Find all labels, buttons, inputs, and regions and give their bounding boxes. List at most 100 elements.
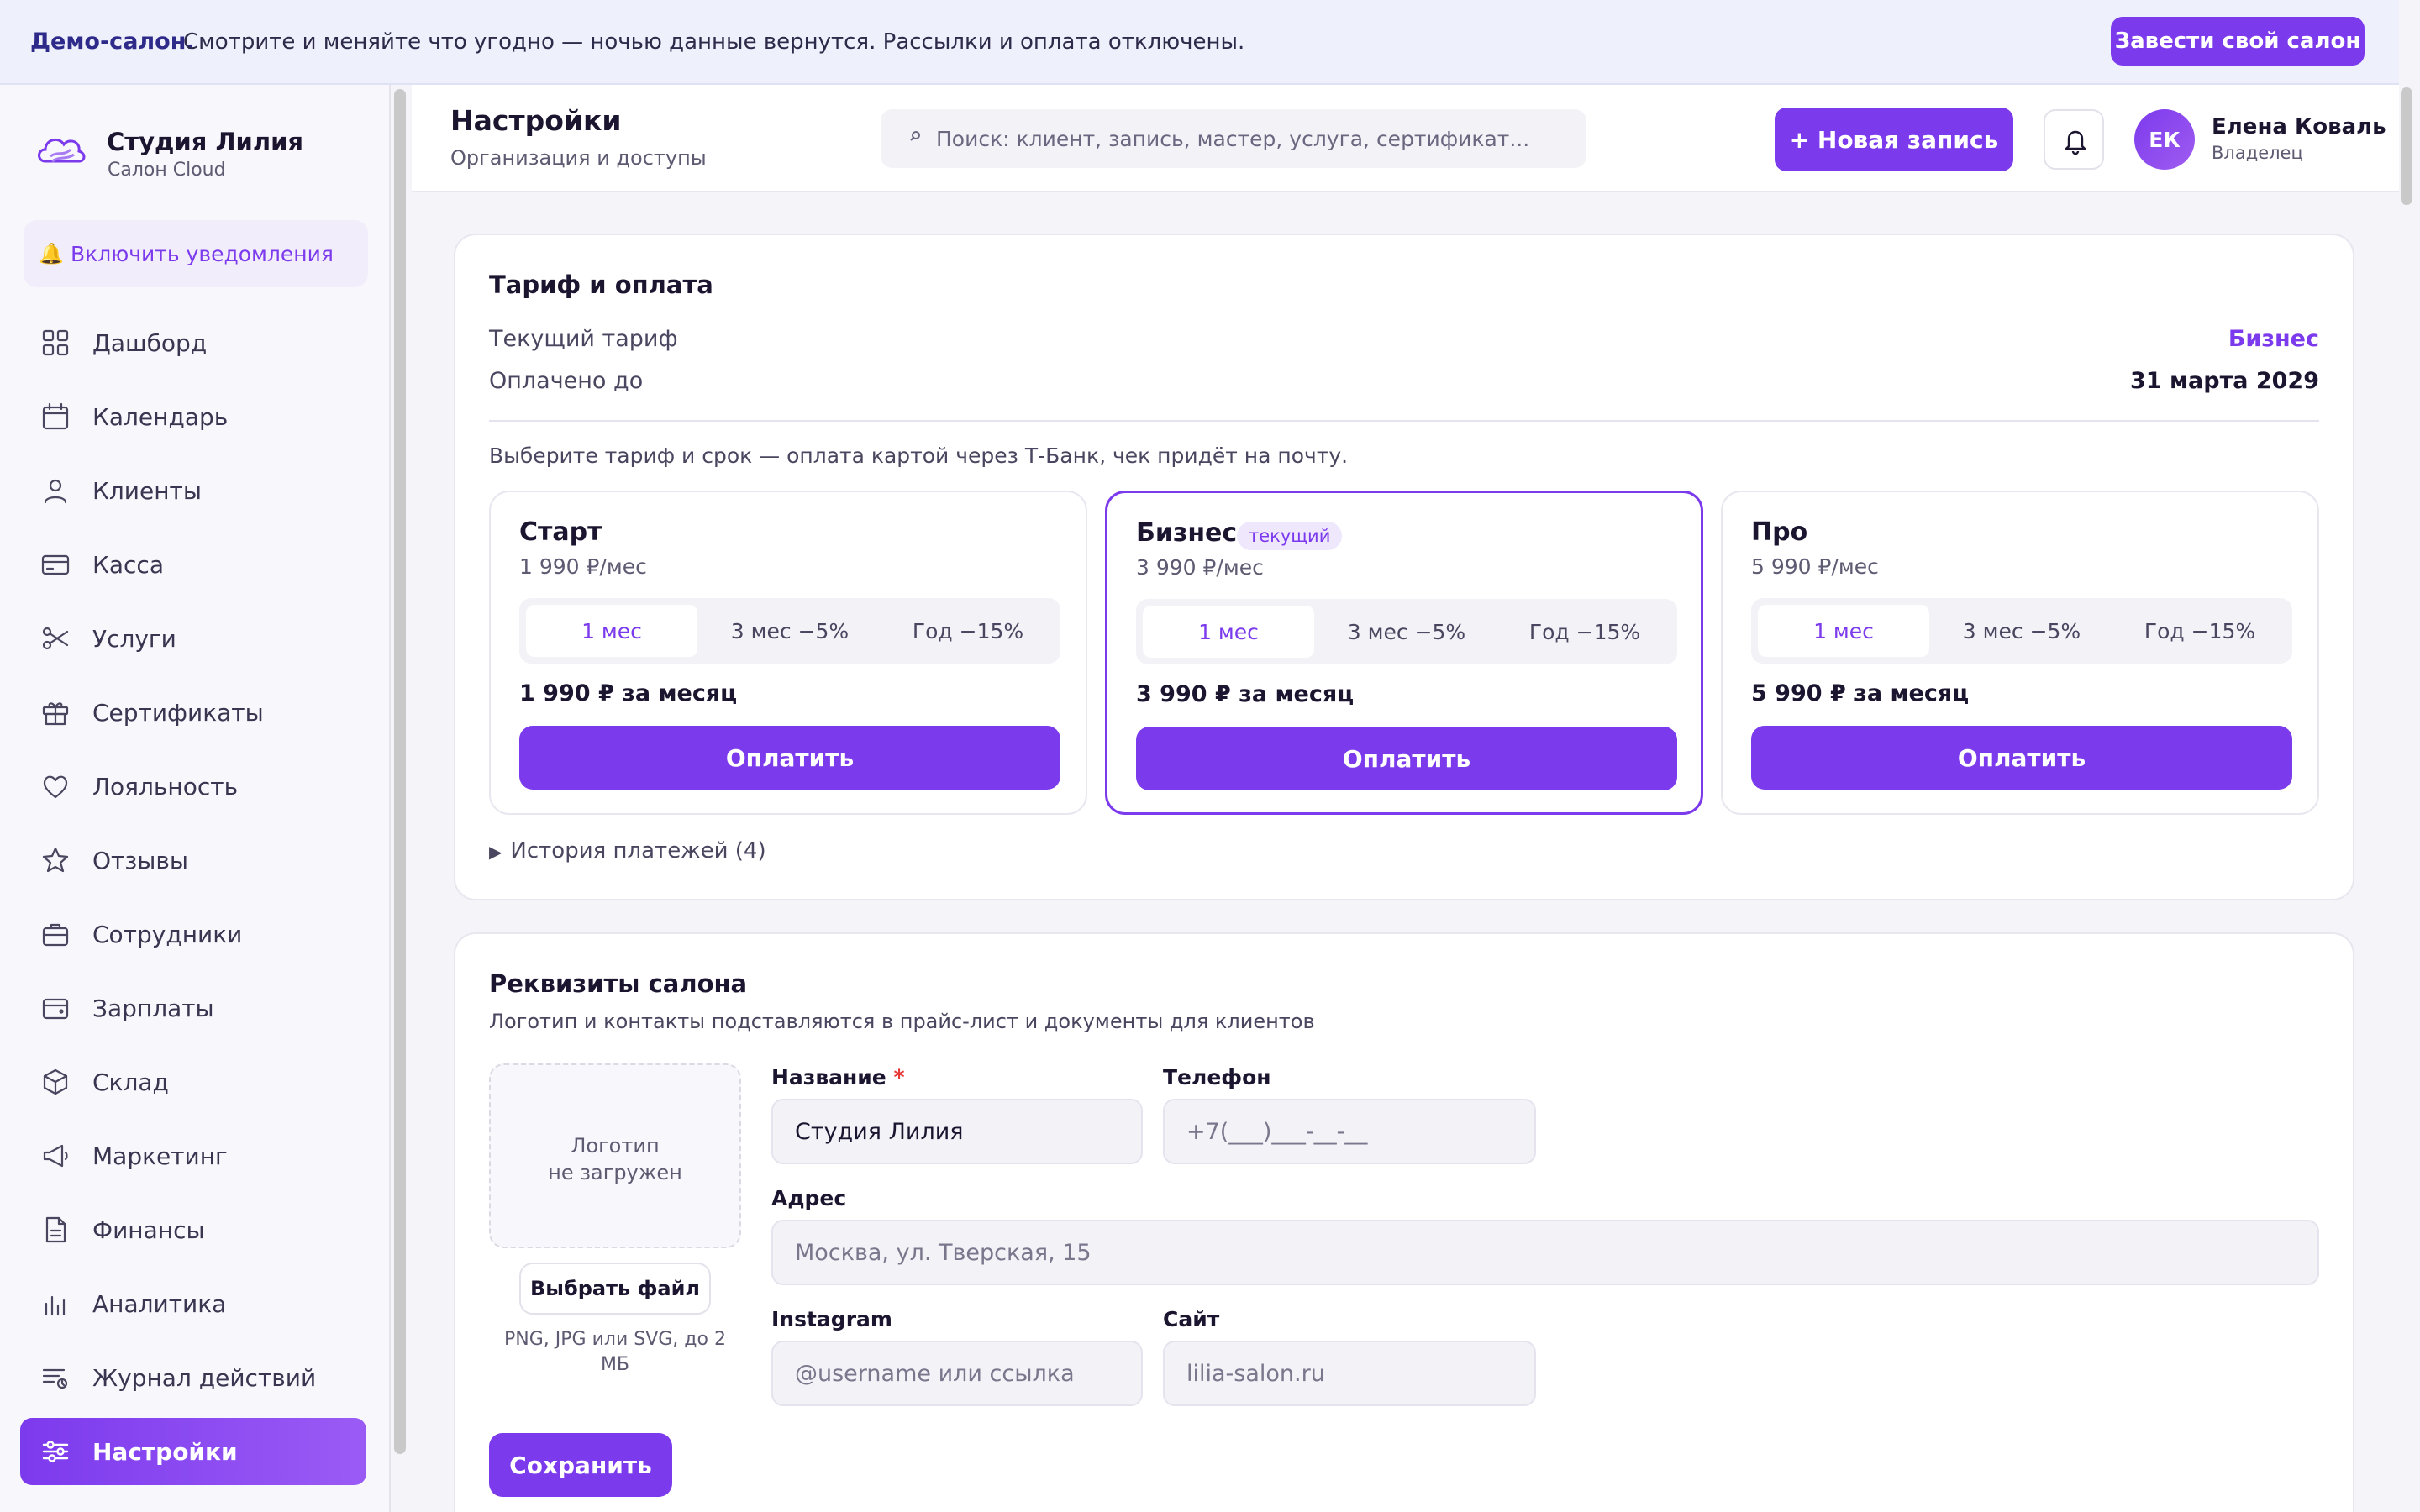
- sidebar-item-label: Сотрудники: [92, 921, 243, 948]
- plan-name: Про: [1751, 517, 1808, 547]
- cloud-logo-icon: [38, 138, 86, 163]
- sidebar-item-label: Сертификаты: [92, 699, 264, 727]
- plan-name: Старт: [519, 517, 602, 547]
- address-field[interactable]: Москва, ул. Тверская, 15: [771, 1220, 2319, 1285]
- sidebar-item-label: Отзывы: [92, 847, 188, 874]
- period-option[interactable]: 1 мес: [526, 605, 697, 657]
- sidebar-item-label: Календарь: [92, 403, 229, 431]
- enable-notifications-button[interactable]: 🔔 Включить уведомления: [24, 220, 368, 287]
- sidebar-item-label: Касса: [92, 551, 164, 579]
- period-selector: 1 мес 3 мес −5% Год −15%: [1751, 598, 2292, 664]
- log-icon: [42, 1368, 68, 1389]
- plan-price: 3 990 ₽/мес: [1136, 555, 1264, 580]
- sidebar-item[interactable]: Аналитика: [20, 1270, 366, 1337]
- sidebar-item[interactable]: Маркетинг: [20, 1122, 366, 1189]
- logo-dropzone[interactable]: Логотип не загружен: [489, 1063, 741, 1248]
- new-appointment-button[interactable]: + Новая запись: [1775, 108, 2013, 171]
- sidebar-item-label: Маркетинг: [92, 1142, 228, 1170]
- plan-total: 1 990 ₽ за месяц: [519, 680, 738, 706]
- save-button[interactable]: Сохранить: [489, 1433, 672, 1497]
- avatar[interactable]: ЕК: [2134, 109, 2195, 170]
- sidebar-item-label: Клиенты: [92, 477, 202, 505]
- site-field[interactable]: lilia-salon.ru: [1163, 1341, 1536, 1406]
- payment-history-label: История платежей (4): [510, 838, 766, 864]
- instagram-label: Instagram: [771, 1307, 892, 1331]
- document-icon: [45, 1216, 66, 1243]
- name-label-text: Название: [771, 1065, 886, 1089]
- sidebar-item[interactable]: Журнал действий: [20, 1344, 366, 1411]
- calendar-icon: [42, 402, 69, 430]
- choose-file-button[interactable]: Выбрать файл: [519, 1263, 711, 1315]
- pay-button[interactable]: Оплатить: [519, 726, 1060, 790]
- main-scrollbar[interactable]: [2401, 87, 2412, 205]
- payment-history-toggle[interactable]: ▶ История платежей (4): [489, 838, 766, 864]
- sliders-icon: [42, 1441, 69, 1462]
- heart-icon: [43, 775, 68, 799]
- billing-title: Тариф и оплата: [489, 270, 713, 299]
- pay-button[interactable]: Оплатить: [1136, 727, 1677, 790]
- disclosure-triangle-icon: ▶: [489, 842, 502, 862]
- sidebar-item[interactable]: Клиенты: [20, 457, 366, 524]
- plan-total: 3 990 ₽ за месяц: [1136, 681, 1355, 707]
- notifications-button[interactable]: [2044, 109, 2104, 170]
- phone-field[interactable]: +7(___)___-__-__: [1163, 1099, 1536, 1164]
- period-option[interactable]: Год −15%: [2114, 605, 2286, 657]
- file-hint: PNG, JPG или SVG, до 2 МБ: [504, 1329, 726, 1375]
- sidebar-item[interactable]: Настройки: [20, 1418, 366, 1485]
- sidebar-item[interactable]: Зарплаты: [20, 974, 366, 1042]
- sidebar-item[interactable]: Календарь: [20, 383, 366, 450]
- period-option[interactable]: Год −15%: [1499, 606, 1670, 658]
- requisites-title: Реквизиты салона: [489, 969, 748, 998]
- period-option[interactable]: 3 мес −5%: [1321, 606, 1492, 658]
- bell-icon: [2065, 130, 2086, 155]
- sidebar-item-label: Финансы: [92, 1216, 205, 1244]
- period-option[interactable]: 3 мес −5%: [1936, 605, 2107, 657]
- plan-card: Бизнес текущий 3 990 ₽/мес 1 мес 3 мес −5% Го…: [1105, 491, 1703, 815]
- sidebar-item[interactable]: Касса: [20, 531, 366, 598]
- period-selector: 1 мес 3 мес −5% Год −15%: [519, 598, 1060, 664]
- current-plan-badge: текущий: [1237, 522, 1343, 550]
- salon-name-field[interactable]: Студия Лилия: [771, 1099, 1143, 1164]
- sidebar-scrollbar[interactable]: [394, 89, 406, 1454]
- sidebar-item[interactable]: Услуги: [20, 605, 366, 672]
- create-salon-button[interactable]: Завести свой салон: [2111, 17, 2365, 66]
- plan-card: Старт 1 990 ₽/мес 1 мес 3 мес −5% Год −15% 1 …: [489, 491, 1087, 815]
- current-plan-label: Текущий тариф: [489, 326, 678, 352]
- sidebar-item[interactable]: Дашборд: [20, 309, 366, 376]
- period-option[interactable]: 3 мес −5%: [704, 605, 876, 657]
- sidebar-item[interactable]: Лояльность: [20, 753, 366, 820]
- sidebar-item[interactable]: Сотрудники: [20, 900, 366, 968]
- instagram-field[interactable]: @username или ссылка: [771, 1341, 1143, 1406]
- current-plan-value: Бизнес: [2228, 326, 2319, 352]
- address-label: Адрес: [771, 1186, 847, 1210]
- bar-chart-icon: [45, 1295, 66, 1316]
- sidebar-item[interactable]: Финансы: [20, 1196, 366, 1263]
- sidebar-item[interactable]: Сертификаты: [20, 679, 366, 746]
- sidebar-item-label: Дашборд: [92, 329, 208, 357]
- sidebar-item-label: Склад: [92, 1068, 169, 1096]
- box-icon: [43, 1068, 68, 1095]
- search-input[interactable]: Поиск: клиент, запись, мастер, услуга, с…: [881, 109, 1586, 168]
- sidebar-item[interactable]: Отзывы: [20, 827, 366, 894]
- sidebar-item-label: Зарплаты: [92, 995, 214, 1022]
- requisites-subtitle: Логотип и контакты подставляются в прайс…: [489, 1010, 1315, 1033]
- demo-banner: Демо-салон. Смотрите и меняйте что угодн…: [0, 0, 2399, 85]
- banner-title: Демо-салон.: [30, 29, 195, 55]
- period-option[interactable]: Год −15%: [882, 605, 1054, 657]
- plan-price: 1 990 ₽/мес: [519, 554, 647, 579]
- banner-text: Смотрите и меняйте что угодно — ночью да…: [183, 29, 1245, 55]
- logo-placeholder-line1: Логотип: [571, 1134, 660, 1158]
- plan-total: 5 990 ₽ за месяц: [1751, 680, 1970, 706]
- period-selector: 1 мес 3 мес −5% Год −15%: [1136, 599, 1677, 664]
- logo-placeholder-line2: не загружен: [548, 1161, 682, 1184]
- plan-card: Про 5 990 ₽/мес 1 мес 3 мес −5% Год −15% 5 99…: [1721, 491, 2319, 815]
- period-option[interactable]: 1 мес: [1758, 605, 1929, 657]
- pay-button[interactable]: Оплатить: [1751, 726, 2292, 790]
- period-option[interactable]: 1 мес: [1143, 606, 1314, 658]
- user-icon: [44, 479, 67, 504]
- sidebar-item-label: Услуги: [92, 625, 176, 653]
- required-mark: *: [893, 1065, 905, 1089]
- billing-divider: [489, 420, 2319, 422]
- sidebar-item[interactable]: Склад: [20, 1048, 366, 1116]
- site-label: Сайт: [1163, 1307, 1220, 1331]
